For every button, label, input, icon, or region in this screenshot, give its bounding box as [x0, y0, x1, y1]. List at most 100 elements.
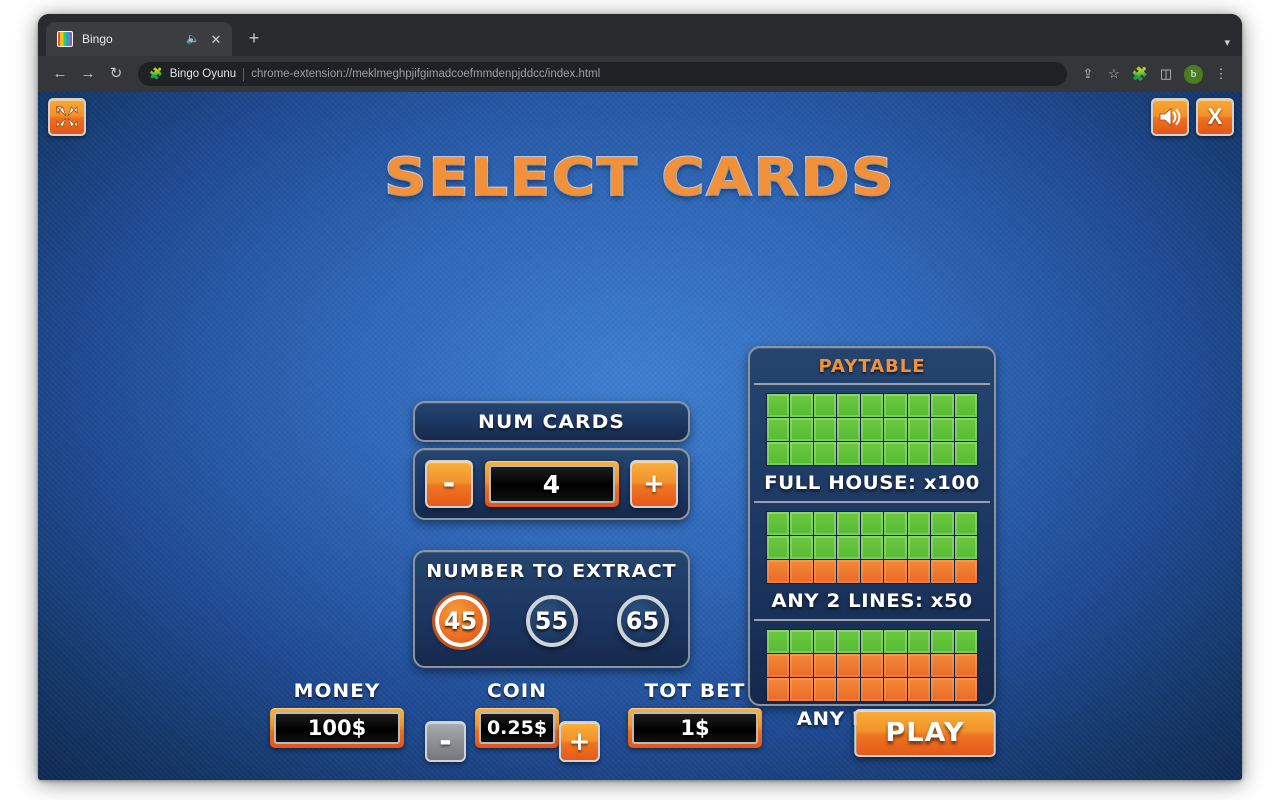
arrow-left-icon[interactable]: ←	[47, 61, 73, 87]
bingo-card-favicon	[57, 31, 73, 47]
paytable-cell	[813, 536, 837, 559]
paytable-cell	[767, 654, 790, 677]
num-cards-control-panel: - 4 +	[413, 448, 690, 520]
paytable-cell	[860, 418, 884, 441]
address-bar-url: chrome-extension://meklmeghpjifgimadcoef…	[251, 68, 601, 80]
paytable-cell	[790, 560, 813, 583]
extensions-icon[interactable]: 🧩	[1128, 62, 1152, 86]
paytable-cell	[931, 418, 954, 441]
extract-option-65[interactable]: 65	[616, 595, 669, 647]
num-cards-header-panel: NUM CARDS	[413, 401, 690, 442]
paytable-cell	[790, 442, 813, 465]
close-icon[interactable]: ✕	[208, 33, 224, 46]
play-button[interactable]: PLAY	[854, 709, 996, 757]
money-value: 100$	[274, 712, 400, 744]
paytable-grid-full-house	[766, 393, 978, 466]
speaker-playing-icon[interactable]: 🔈	[186, 33, 200, 45]
money-value-frame: 100$	[270, 708, 404, 748]
reload-icon[interactable]: ↻	[103, 61, 129, 87]
num-cards-decrement-button[interactable]: -	[425, 460, 473, 508]
tab-strip: Bingo 🔈 ✕ + ▾	[38, 14, 1242, 56]
three-dot-menu-icon[interactable]: ⋮	[1209, 62, 1233, 86]
paytable-cell	[790, 630, 813, 653]
fullscreen-expand-icon[interactable]	[48, 98, 86, 136]
number-to-extract-options: 45 55 65	[415, 592, 688, 650]
tab-title: Bingo	[82, 32, 113, 46]
paytable-cell	[931, 512, 954, 535]
paytable-cell	[860, 654, 884, 677]
paytable-cell	[767, 536, 790, 559]
paytable-cell	[837, 536, 860, 559]
paytable-cell	[931, 442, 954, 465]
paytable-cell	[767, 630, 790, 653]
share-icon[interactable]: ⇪	[1076, 62, 1100, 86]
paytable-cell	[884, 536, 907, 559]
coin-meter: COIN 0.25$	[475, 680, 559, 748]
paytable-cell	[767, 512, 790, 535]
paytable-cell	[790, 418, 813, 441]
paytable-cell	[931, 654, 954, 677]
arrow-right-icon[interactable]: →	[75, 61, 101, 87]
paytable-cell	[907, 394, 931, 417]
paytable-cell	[931, 560, 954, 583]
paytable-cell	[837, 630, 860, 653]
paytable-cell	[813, 442, 837, 465]
coin-decrement-button[interactable]: -	[425, 721, 466, 762]
paytable-cell	[907, 654, 931, 677]
paytable-cell	[790, 654, 813, 677]
paytable-caption-full-house: FULL HOUSE: x100	[764, 472, 980, 494]
paytable-cell	[837, 394, 860, 417]
paytable-cell	[884, 654, 907, 677]
coin-value: 0.25$	[479, 712, 555, 744]
paytable-cell	[767, 418, 790, 441]
chevron-down-icon[interactable]: ▾	[1224, 36, 1230, 49]
paytable-cell	[954, 560, 977, 583]
paytable-cell	[837, 512, 860, 535]
extract-option-55[interactable]: 55	[525, 595, 578, 647]
extract-option-45[interactable]: 45	[431, 592, 490, 650]
paytable-cell	[860, 512, 884, 535]
profile-avatar[interactable]: b	[1184, 64, 1203, 84]
star-icon[interactable]: ☆	[1102, 62, 1126, 86]
paytable-cell	[907, 418, 931, 441]
num-cards-increment-button[interactable]: +	[630, 460, 678, 508]
paytable-cell	[954, 512, 977, 535]
paytable-cell	[813, 560, 837, 583]
paytable-cell	[954, 394, 977, 417]
paytable-cell	[954, 630, 977, 653]
close-label: X	[1207, 104, 1223, 129]
paytable-cell	[907, 536, 931, 559]
money-meter: MONEY 100$	[270, 680, 404, 748]
tot-bet-value-frame: 1$	[628, 708, 762, 748]
paytable-cell	[837, 560, 860, 583]
paytable-cell	[931, 394, 954, 417]
paytable-cell	[790, 512, 813, 535]
coin-label: COIN	[487, 680, 547, 702]
tot-bet-value: 1$	[632, 712, 758, 744]
paytable-cell	[790, 394, 813, 417]
paytable-cell	[790, 536, 813, 559]
paytable-cell	[860, 442, 884, 465]
paytable-cell	[884, 630, 907, 653]
paytable-title: PAYTABLE	[754, 352, 990, 385]
paytable-cell	[860, 394, 884, 417]
coin-increment-button[interactable]: +	[559, 721, 600, 762]
paytable-cell	[813, 394, 837, 417]
side-panel-icon[interactable]: ◫	[1154, 62, 1178, 86]
browser-tab-bingo[interactable]: Bingo 🔈 ✕	[46, 22, 232, 56]
num-cards-label: NUM CARDS	[478, 410, 625, 433]
tot-bet-label: TOT BET	[644, 680, 746, 702]
paytable-cell	[884, 560, 907, 583]
new-tab-button[interactable]: +	[240, 25, 268, 53]
close-button[interactable]: X	[1196, 98, 1234, 136]
speaker-on-icon[interactable]	[1151, 98, 1189, 136]
paytable-cell	[837, 418, 860, 441]
num-cards-value: 4	[488, 465, 615, 503]
puzzle-piece-icon: 🧩	[149, 67, 163, 80]
paytable-cell	[931, 536, 954, 559]
paytable-cell	[884, 394, 907, 417]
bottom-bar: MONEY 100$ - COIN 0.25$ + TOT BET 1$ PLA…	[38, 680, 1242, 772]
address-bar[interactable]: 🧩 Bingo Oyunu chrome-extension://meklmeg…	[138, 62, 1067, 86]
paytable-cell	[767, 394, 790, 417]
paytable-cell	[884, 512, 907, 535]
